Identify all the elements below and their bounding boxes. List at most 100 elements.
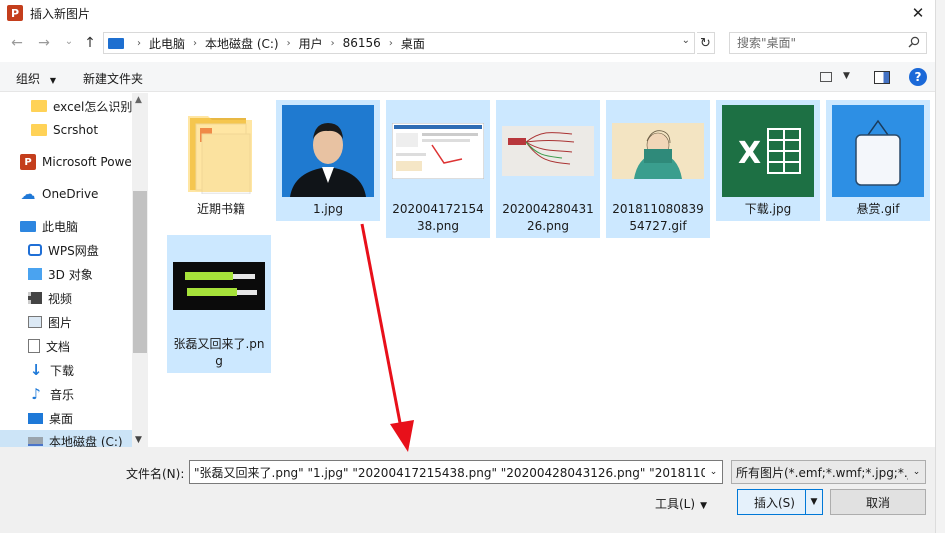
address-dropdown-icon[interactable]: ⌄ (682, 35, 690, 46)
nav-item-excel-folder[interactable]: excel怎么识别出 (0, 95, 132, 117)
file-item-illustration[interactable]: 20181108083954727.gif (606, 100, 710, 238)
folder-thumbnail (175, 105, 267, 197)
file-item-screenshot[interactable]: 20200417215438.png (386, 100, 490, 238)
back-arrow-icon[interactable]: ← (9, 34, 25, 52)
nav-item-microsoft-powerpoint[interactable]: P Microsoft Powe (0, 151, 132, 173)
dark-screenshot-icon (173, 262, 265, 310)
breadcrumb-separator-icon: › (137, 37, 141, 49)
file-item-mindmap[interactable]: 20200428043126.png (496, 100, 600, 238)
refresh-icon[interactable]: ↻ (697, 32, 715, 54)
change-view-icon[interactable] (820, 72, 832, 82)
file-item-excel-image[interactable]: X 下载.jpg (716, 100, 820, 221)
address-bar[interactable]: › 此电脑 › 本地磁盘 (C:) › 用户 › 86156 › 桌面 ⌄ (103, 32, 695, 54)
nav-item-downloads[interactable]: ↓ 下载 (0, 359, 132, 381)
nav-item-videos[interactable]: 视频 (0, 287, 132, 309)
file-item-tag-gif[interactable]: 悬赏.gif (826, 100, 930, 221)
desktop-icon (28, 412, 43, 424)
breadcrumb-item[interactable]: 桌面 (401, 35, 425, 52)
organize-button[interactable]: 组织 ▼ (16, 70, 56, 87)
nav-item-documents[interactable]: 文档 (0, 335, 132, 357)
nav-item-pictures[interactable]: 图片 (0, 311, 132, 333)
tools-button[interactable]: 工具(L) ▼ (655, 495, 707, 512)
powerpoint-icon: P (20, 154, 36, 170)
photo-thumbnail (282, 105, 374, 197)
scroll-up-icon[interactable]: ▲ (135, 95, 142, 105)
filename-dropdown-icon[interactable]: ⌄ (705, 461, 722, 483)
new-folder-button[interactable]: 新建文件夹 (83, 70, 143, 87)
mindmap-image-icon (502, 126, 594, 176)
nav-scrollbar-thumb[interactable] (133, 191, 147, 353)
cancel-button[interactable]: 取消 (830, 489, 926, 515)
file-name: 20181108083954727.gif (612, 202, 704, 233)
nav-item-this-pc[interactable]: 此电脑 (0, 215, 132, 237)
breadcrumb-item[interactable]: 本地磁盘 (C:) › (205, 35, 299, 52)
search-icon[interactable] (908, 36, 920, 48)
address-row: ← → ⌄ ↑ › 此电脑 › 本地磁盘 (C:) › 用户 › 86156 › 桌面 … (0, 30, 935, 56)
breadcrumb-item[interactable]: 86156 › (343, 36, 401, 50)
title-bar: P 插入新图片 ✕ (0, 0, 935, 26)
filename-input[interactable]: "张磊又回来了.png" "1.jpg" "20200417215438.png… (189, 460, 723, 484)
computer-icon (108, 37, 124, 49)
close-button[interactable]: ✕ (907, 2, 929, 24)
file-name: 20200417215438.png (392, 202, 484, 233)
scroll-down-icon[interactable]: ▼ (135, 435, 142, 445)
file-list: 近期书籍 1.jpg 20200417215438.png 2020042804… (149, 93, 935, 447)
forward-arrow-icon[interactable]: → (36, 34, 52, 52)
file-item-folder[interactable]: 近期书籍 (169, 100, 273, 221)
insert-options-dropdown-icon[interactable]: ▼ (805, 490, 822, 514)
breadcrumb-item[interactable]: 此电脑 › (149, 35, 205, 52)
excel-logo-icon: X (722, 105, 814, 197)
file-type-value: 所有图片(*.emf;*.wmf;*.jpg;*.ji (736, 465, 915, 480)
file-item-dark-screenshot[interactable]: 张磊又回来了.png (167, 235, 271, 373)
file-type-select[interactable]: 所有图片(*.emf;*.wmf;*.jpg;*.ji ⌄ (731, 460, 926, 484)
file-item-photo[interactable]: 1.jpg (276, 100, 380, 221)
folder-icon (31, 100, 47, 112)
file-name: 下载.jpg (744, 202, 792, 216)
nav-item-wps-cloud[interactable]: WPS网盘 (0, 239, 132, 261)
excel-logo-thumbnail: X (722, 105, 814, 197)
filename-label: 文件名(N): (126, 467, 185, 481)
nav-scrollbar[interactable]: ▲ ▼ (132, 93, 148, 447)
file-type-dropdown-icon[interactable]: ⌄ (908, 461, 925, 483)
file-name: 悬赏.gif (856, 202, 900, 216)
command-bar: 组织 ▼ 新建文件夹 ▼ ? (0, 62, 935, 92)
powerpoint-app-icon: P (7, 5, 23, 21)
search-input[interactable] (737, 36, 907, 50)
nav-item-music[interactable]: ♪ 音乐 (0, 383, 132, 405)
up-arrow-icon[interactable]: ↑ (82, 34, 98, 52)
drive-icon (28, 436, 43, 446)
dialog-footer: 文件名(N): "张磊又回来了.png" "1.jpg" "2020041721… (0, 447, 935, 533)
pictures-icon (28, 316, 42, 328)
breadcrumb-item[interactable]: 用户 › (299, 35, 343, 52)
wps-cloud-icon (28, 244, 42, 256)
recent-locations-chevron-icon[interactable]: ⌄ (61, 32, 77, 50)
mindmap-thumbnail (502, 105, 594, 197)
portrait-photo-icon (282, 105, 374, 197)
tag-thumbnail (832, 105, 924, 197)
nav-item-onedrive[interactable]: ☁ OneDrive (0, 183, 132, 205)
video-icon (28, 292, 42, 304)
nav-item-3d-objects[interactable]: 3D 对象 (0, 263, 132, 285)
nav-item-scrshot[interactable]: Scrshot (0, 119, 132, 141)
screenshot-thumbnail (392, 105, 484, 197)
reading-person-illustration-icon (612, 123, 704, 179)
insert-button[interactable]: 插入(S) ▼ (737, 489, 823, 515)
view-options-dropdown-icon[interactable]: ▼ (843, 71, 850, 81)
illustration-thumbnail (612, 105, 704, 197)
filename-value: "张磊又回来了.png" "1.jpg" "20200417215438.png… (194, 465, 723, 480)
search-box[interactable] (729, 32, 927, 54)
dialog-title: 插入新图片 (30, 6, 91, 21)
webpage-screenshot-icon (392, 123, 484, 179)
computer-icon (20, 220, 36, 232)
download-icon: ↓ (29, 361, 43, 379)
preview-pane-icon[interactable] (874, 71, 890, 84)
dark-screenshot-thumbnail (173, 240, 265, 332)
help-icon[interactable]: ? (909, 68, 927, 86)
3d-objects-icon (28, 268, 42, 280)
organize-dropdown-icon: ▼ (49, 76, 56, 85)
nav-item-desktop[interactable]: 桌面 (0, 407, 132, 429)
price-tag-icon (832, 105, 924, 197)
nav-item-local-disk-c[interactable]: 本地磁盘 (C:) (0, 430, 132, 447)
cloud-icon: ☁ (20, 185, 36, 203)
folder-icon (188, 116, 252, 194)
